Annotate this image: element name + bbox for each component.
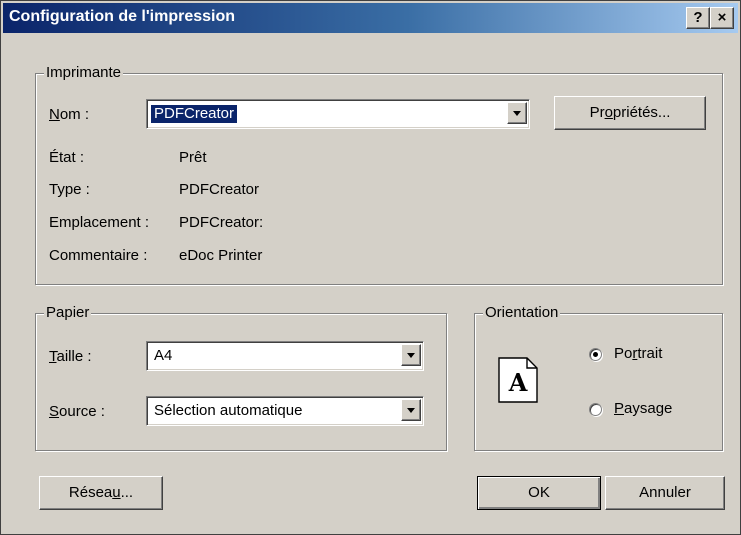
printer-name-label: Nom :: [49, 106, 90, 123]
printer-group-label: Imprimante: [44, 64, 124, 82]
window-title: Configuration de l'impression: [9, 8, 236, 25]
printer-name-value: PDFCreator: [149, 104, 239, 124]
title-bar[interactable]: Configuration de l'impression ? ×: [3, 3, 738, 33]
printer-name-combo[interactable]: PDFCreator: [146, 99, 530, 129]
portrait-label[interactable]: Portrait: [614, 345, 662, 363]
paper-source-combo[interactable]: Sélection automatique: [146, 396, 424, 426]
printer-type-value: PDFCreator: [179, 181, 260, 198]
portrait-page-icon: A: [498, 357, 538, 403]
page-icon-letter: A: [508, 368, 528, 397]
ok-button[interactable]: OK: [477, 476, 601, 510]
paper-size-dropdown-arrow-icon[interactable]: [401, 344, 421, 366]
printer-location-label: Emplacement :: [49, 214, 150, 231]
paper-size-label: Taille :: [49, 348, 92, 365]
close-button[interactable]: ×: [710, 7, 734, 29]
printer-comment-label: Commentaire :: [49, 247, 148, 264]
network-button[interactable]: Réseau...: [39, 476, 163, 510]
orientation-group-label: Orientation: [483, 304, 561, 322]
printer-type-label: Type :: [49, 181, 90, 198]
printer-status-label: État :: [49, 149, 85, 166]
paper-group-label: Papier: [44, 304, 92, 322]
print-setup-dialog: Configuration de l'impression ? × Imprim…: [0, 0, 741, 535]
printer-status-value: Prêt: [179, 149, 207, 166]
properties-button[interactable]: Propriétés...: [554, 96, 706, 130]
printer-dropdown-arrow-icon[interactable]: [507, 102, 527, 124]
paper-source-label: Source :: [49, 403, 105, 420]
landscape-label[interactable]: Paysage: [614, 400, 672, 418]
paper-source-dropdown-arrow-icon[interactable]: [401, 399, 421, 421]
paper-size-combo[interactable]: A4: [146, 341, 424, 371]
printer-comment-value: eDoc Printer: [179, 247, 263, 264]
paper-group: Papier: [35, 304, 447, 451]
help-button[interactable]: ?: [686, 7, 710, 29]
cancel-button[interactable]: Annuler: [605, 476, 725, 510]
paper-source-value: Sélection automatique: [154, 402, 303, 419]
portrait-radio[interactable]: [589, 348, 602, 361]
printer-location-value: PDFCreator:: [179, 214, 264, 231]
landscape-radio[interactable]: [589, 403, 602, 416]
paper-size-value: A4: [154, 347, 173, 364]
